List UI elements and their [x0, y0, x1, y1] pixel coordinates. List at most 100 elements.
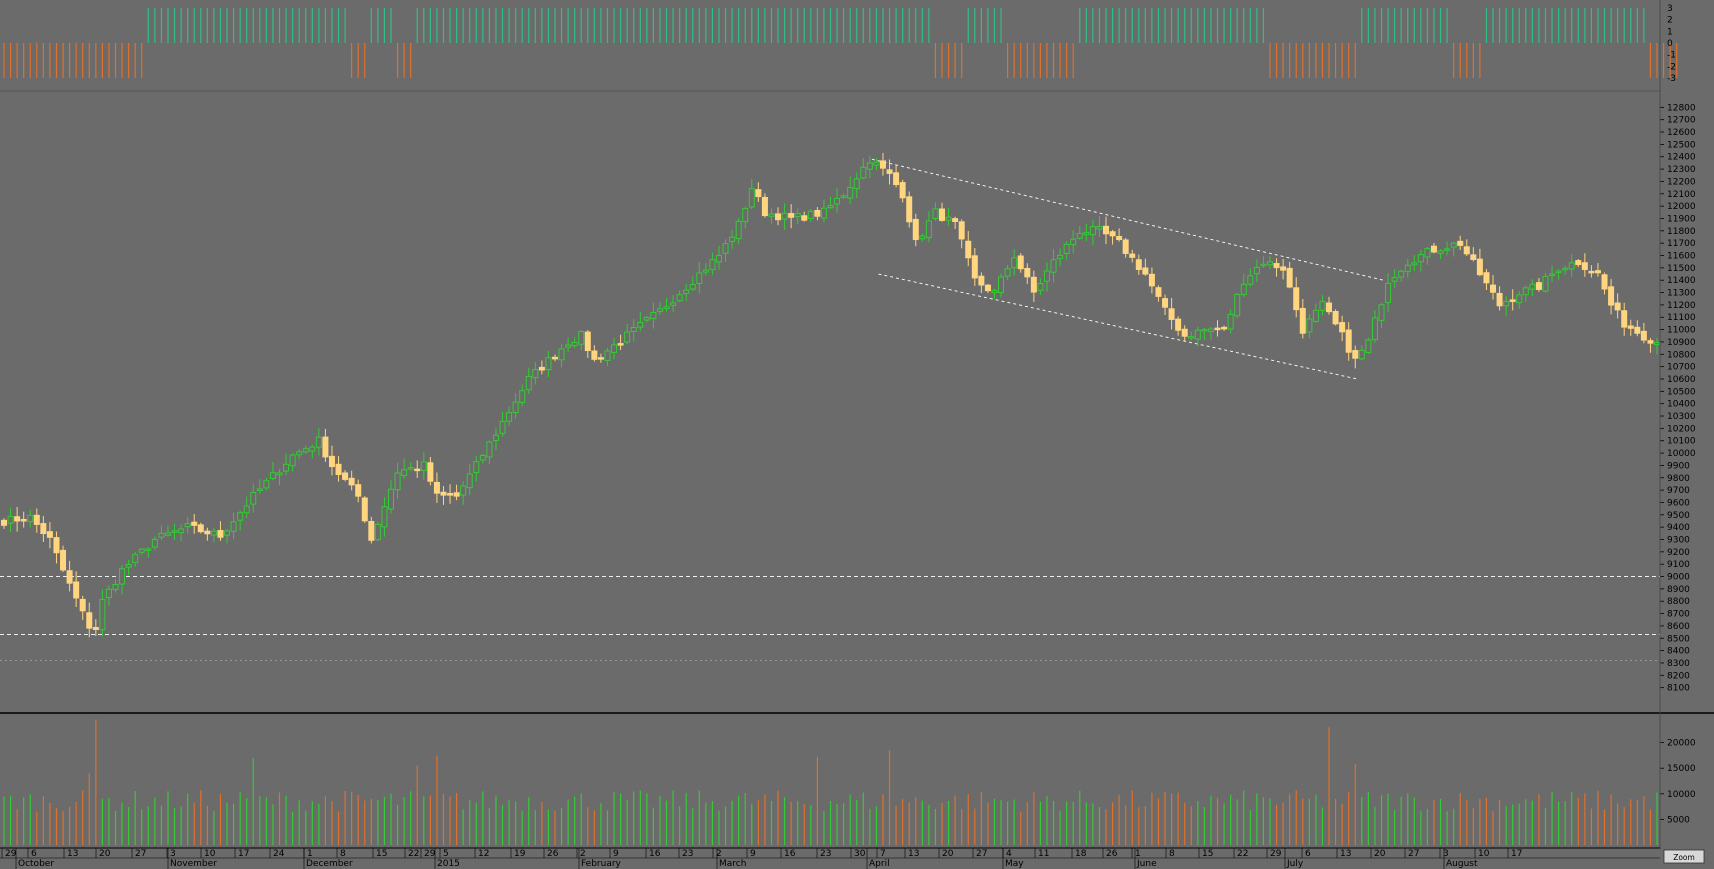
candle-body [230, 521, 237, 532]
date-tick-label: 22 [1237, 849, 1248, 859]
volume-tick-label: 20000 [1667, 739, 1696, 749]
candle-body [33, 514, 40, 525]
candle-body [40, 523, 47, 535]
candle-body [1575, 260, 1582, 266]
date-tick-label: 4 [1006, 849, 1012, 859]
candle-body [86, 612, 93, 629]
candle-body [945, 216, 952, 221]
candle-body [958, 221, 965, 240]
oscillator-tick-label: 2 [1667, 16, 1673, 26]
date-x-axis: 29 6 13 20 27 3 10 17 24 1 8 15 22 29 5 12 19 26 2 9 16 23 2 9 1… [0, 847, 1660, 869]
candle-body [105, 588, 112, 599]
candle-body [670, 302, 677, 306]
candle-body [348, 477, 355, 486]
chart-background [0, 0, 1714, 869]
candle-body [1391, 277, 1398, 282]
candle-body [834, 197, 841, 205]
candle-body [125, 563, 132, 568]
candle-body [158, 532, 165, 538]
candle-body [866, 162, 873, 170]
candle-body [1011, 257, 1018, 269]
date-tick-label: 26 [547, 849, 559, 859]
date-tick-label: 27 [135, 849, 146, 859]
candle-body [906, 196, 913, 223]
date-tick-label: 15 [376, 849, 387, 859]
date-tick-label: 20 [99, 849, 111, 859]
candle-body [1352, 350, 1359, 359]
candle-body [1129, 253, 1136, 258]
candle-body [1043, 270, 1050, 282]
candle-body [1234, 293, 1241, 317]
candle-body [328, 455, 335, 468]
candle-body [1496, 292, 1503, 307]
date-tick-label: 22 [408, 849, 419, 859]
candle-body [761, 196, 768, 217]
candle-body [1037, 283, 1044, 291]
candle-body [840, 195, 847, 198]
candle-body [1280, 266, 1287, 271]
date-tick-label: 15 [1202, 849, 1213, 859]
zoom-button[interactable]: Zoom [1663, 849, 1705, 864]
candle-body [460, 485, 467, 496]
candle-body [552, 356, 558, 360]
candle-body [433, 481, 440, 494]
candle-body [132, 553, 139, 564]
date-tick-label: 6 [1305, 849, 1311, 859]
candle-body [1535, 282, 1542, 290]
candle-body [663, 306, 670, 310]
candle-body [453, 492, 460, 497]
candle-body [269, 472, 276, 479]
candle-body [1568, 262, 1575, 270]
month-label: July [1286, 859, 1304, 869]
candle-body [1594, 270, 1601, 274]
price-tick-label: 9700 [1667, 486, 1690, 496]
date-tick-label: 12 [478, 849, 489, 859]
candle-body [1017, 255, 1024, 270]
price-tick-label: 9500 [1667, 511, 1690, 521]
candle-body [860, 166, 867, 179]
month-label: 2015 [437, 859, 460, 869]
candle-body [368, 520, 375, 541]
candle-body [1312, 309, 1319, 322]
candle-body [92, 626, 99, 630]
date-tick-label: 17 [238, 849, 249, 859]
oscillator-tick-label: -1 [1667, 51, 1676, 61]
candle-body [965, 240, 972, 259]
date-tick-label: 29 [424, 849, 436, 859]
price-tick-label: 10400 [1667, 400, 1696, 410]
candle-body [617, 343, 624, 346]
candle-body [925, 220, 932, 239]
candle-body [335, 463, 342, 475]
candle-body [1188, 336, 1195, 339]
date-tick-label: 19 [514, 849, 526, 859]
candle-body [191, 521, 198, 526]
candle-body [79, 598, 86, 612]
candle-body [1247, 275, 1254, 285]
candle-body [1214, 327, 1221, 331]
candle-body [1634, 326, 1641, 334]
price-tick-label: 8600 [1667, 622, 1690, 632]
candle-body [1411, 262, 1418, 266]
date-tick-label: 27 [976, 849, 987, 859]
candle-body [492, 434, 499, 441]
candle-body [197, 524, 204, 533]
month-label: October [18, 859, 54, 869]
candle-body [1181, 328, 1188, 337]
date-tick-label: 7 [880, 849, 886, 859]
candle-body [873, 161, 880, 166]
candle-body [1083, 231, 1090, 235]
candle-body [1319, 300, 1326, 311]
candle-body [138, 548, 145, 553]
candle-body [735, 220, 742, 240]
candle-body [932, 208, 939, 220]
date-tick-label: 20 [1374, 849, 1386, 859]
candle-body [14, 516, 21, 522]
candle-body [145, 548, 152, 551]
candle-body [1227, 313, 1234, 330]
price-tick-label: 12400 [1667, 153, 1696, 163]
candle-body [20, 518, 27, 522]
volume-tick-label: 10000 [1667, 790, 1696, 800]
candle-body [1070, 238, 1077, 246]
candle-body [775, 213, 782, 221]
date-tick-label: 23 [682, 849, 693, 859]
